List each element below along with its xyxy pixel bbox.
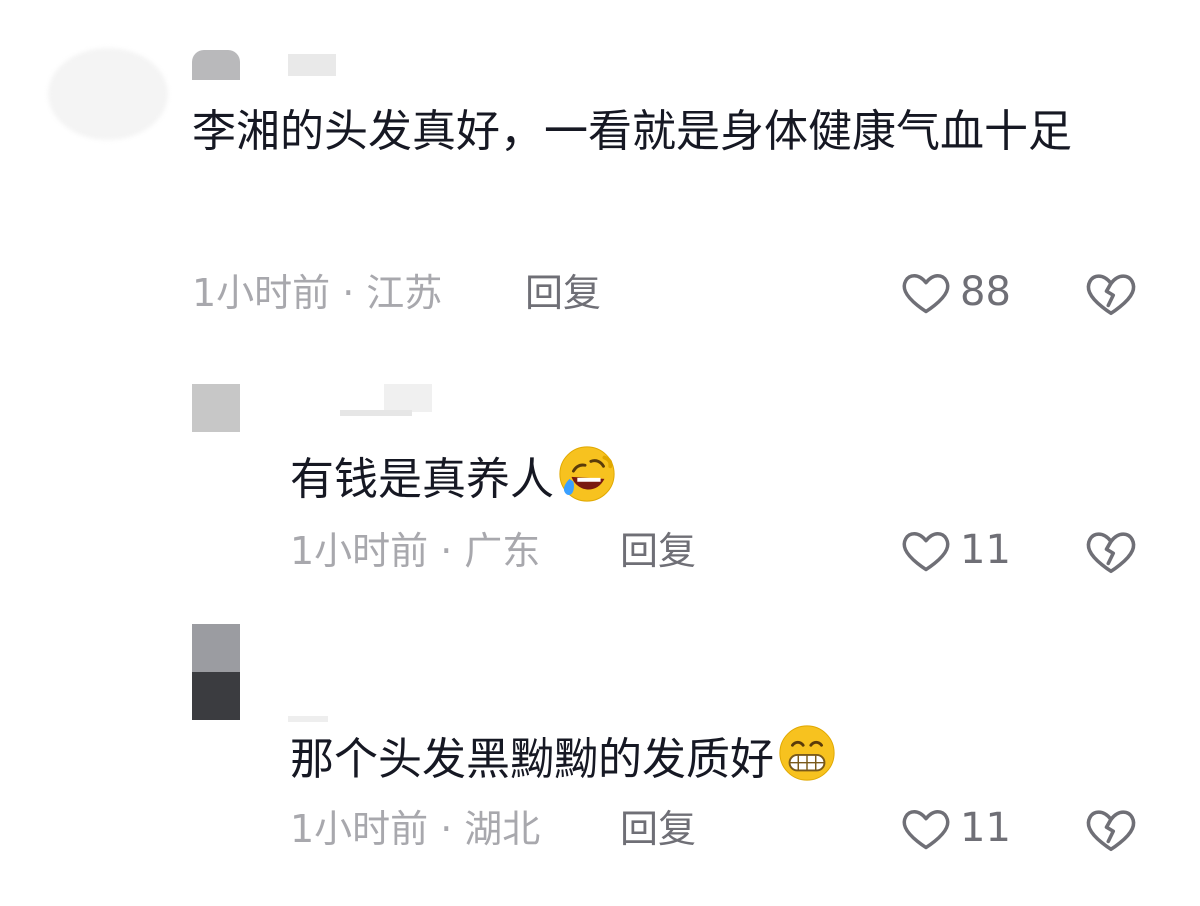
avatar-top[interactable] <box>192 624 240 672</box>
comment-text: 那个头发黑黝黝的发质好 <box>290 722 1010 802</box>
broken-heart-icon[interactable] <box>1084 802 1138 856</box>
comment-text-body: 那个头发黑黝黝的发质好 <box>290 734 774 785</box>
like-count: 11 <box>960 805 1011 851</box>
heart-icon <box>900 802 952 854</box>
like-button[interactable]: 11 <box>900 802 1011 854</box>
reply-button[interactable]: 回复 <box>620 806 696 852</box>
avatar-bottom[interactable] <box>192 672 240 720</box>
meta-separator: · <box>440 807 453 851</box>
comment-time: 1小时前 <box>290 807 429 851</box>
grinning-face-icon <box>776 722 838 802</box>
comment-meta: 1小时前 · 湖北 <box>290 806 540 852</box>
reply-comment-item: 那个头发黑黝黝的发质好 1小时前 · 湖北 回复 11 <box>0 0 1200 906</box>
comment-location: 湖北 <box>464 807 541 851</box>
